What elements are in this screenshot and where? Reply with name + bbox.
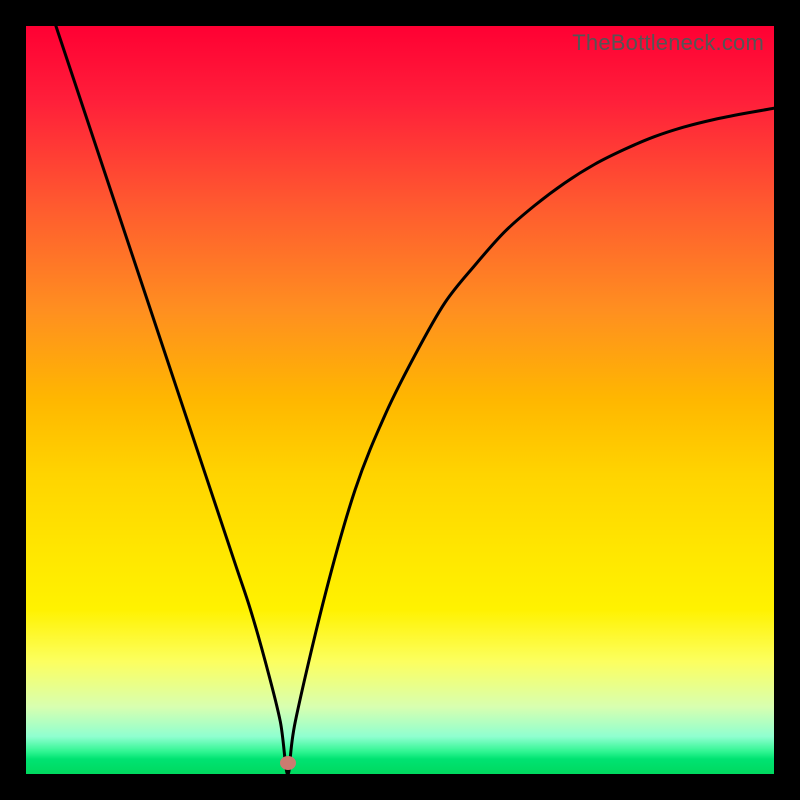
chart-curve [26,26,774,774]
chart-plot-area: TheBottleneck.com [26,26,774,774]
chart-frame: TheBottleneck.com [0,0,800,800]
chart-marker-dot [280,756,296,770]
